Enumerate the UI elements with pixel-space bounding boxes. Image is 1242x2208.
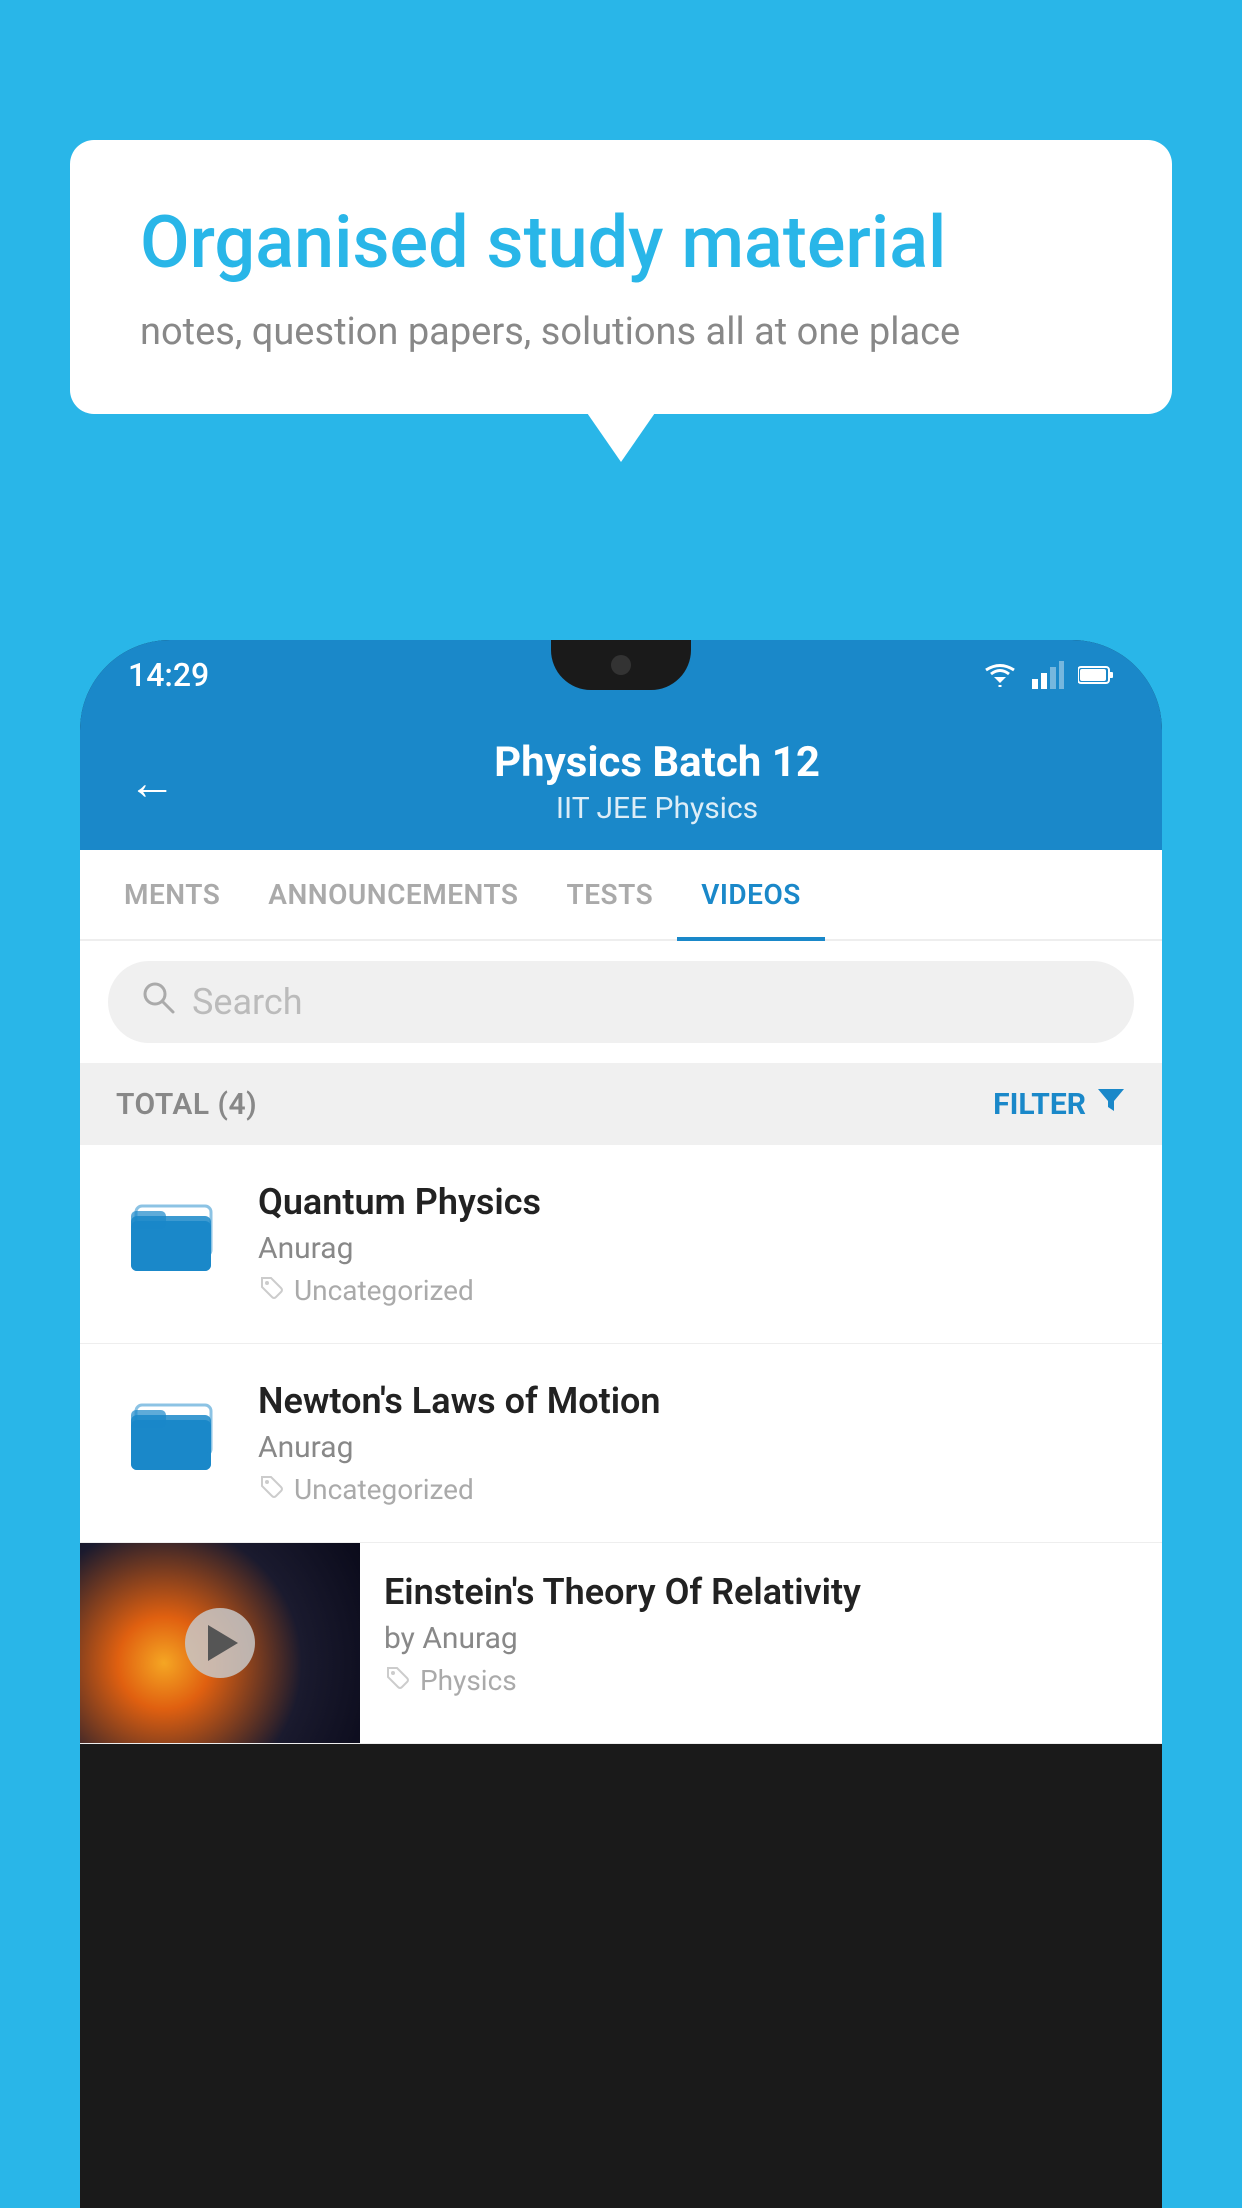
- search-bar-wrap: Search: [80, 941, 1162, 1063]
- batch-title: Physics Batch 12: [200, 738, 1114, 787]
- search-icon: [140, 979, 176, 1025]
- wifi-icon: [982, 661, 1018, 689]
- folder-icon: [116, 1181, 226, 1291]
- video-info: Einstein's Theory Of Relativity by Anura…: [360, 1543, 1162, 1725]
- tab-announcements[interactable]: ANNOUNCEMENTS: [244, 850, 542, 939]
- speech-bubble-card: Organised study material notes, question…: [70, 140, 1172, 414]
- camera-dot: [611, 655, 631, 675]
- list-item[interactable]: Einstein's Theory Of Relativity by Anura…: [80, 1543, 1162, 1744]
- tag-label: Uncategorized: [294, 1274, 474, 1307]
- app-header: ← Physics Batch 12 IIT JEE Physics: [80, 710, 1162, 850]
- filter-button[interactable]: FILTER: [993, 1085, 1126, 1123]
- filter-funnel-icon: [1096, 1085, 1126, 1123]
- video-title: Einstein's Theory Of Relativity: [384, 1571, 1138, 1613]
- tag-icon: [258, 1274, 284, 1307]
- signal-icon: [1032, 661, 1064, 689]
- search-placeholder: Search: [192, 981, 303, 1023]
- video-author: by Anurag: [384, 1621, 1138, 1656]
- video-list: Quantum Physics Anurag Uncategorized: [80, 1145, 1162, 1744]
- video-tag: Uncategorized: [258, 1473, 1126, 1506]
- status-time: 14:29: [128, 656, 209, 694]
- video-title: Newton's Laws of Motion: [258, 1380, 1126, 1422]
- video-info: Newton's Laws of Motion Anurag Uncategor…: [258, 1380, 1126, 1506]
- total-count: TOTAL (4): [116, 1087, 257, 1122]
- notch: [551, 640, 691, 690]
- batch-subtitle: IIT JEE Physics: [200, 791, 1114, 826]
- tab-bar: MENTS ANNOUNCEMENTS TESTS VIDEOS: [80, 850, 1162, 941]
- tab-tests[interactable]: TESTS: [543, 850, 678, 939]
- bubble-title: Organised study material: [140, 200, 1102, 286]
- video-tag: Uncategorized: [258, 1274, 1126, 1307]
- list-item[interactable]: Quantum Physics Anurag Uncategorized: [80, 1145, 1162, 1344]
- tag-label: Physics: [420, 1664, 517, 1697]
- filter-bar: TOTAL (4) FILTER: [80, 1063, 1162, 1145]
- phone-frame: 14:29 ←: [80, 640, 1162, 2208]
- video-info: Quantum Physics Anurag Uncategorized: [258, 1181, 1126, 1307]
- tab-ments[interactable]: MENTS: [100, 850, 244, 939]
- video-title: Quantum Physics: [258, 1181, 1126, 1223]
- back-button[interactable]: ←: [128, 754, 176, 811]
- header-title-block: Physics Batch 12 IIT JEE Physics: [200, 738, 1114, 826]
- speech-bubble-section: Organised study material notes, question…: [70, 140, 1172, 414]
- folder-icon: [116, 1380, 226, 1490]
- tag-icon: [384, 1664, 410, 1697]
- tag-icon: [258, 1473, 284, 1506]
- bubble-subtitle: notes, question papers, solutions all at…: [140, 310, 1102, 354]
- list-item[interactable]: Newton's Laws of Motion Anurag Uncategor…: [80, 1344, 1162, 1543]
- video-author: Anurag: [258, 1231, 1126, 1266]
- tag-label: Uncategorized: [294, 1473, 474, 1506]
- battery-icon: [1078, 665, 1114, 685]
- video-author: Anurag: [258, 1430, 1126, 1465]
- status-icons: [982, 661, 1114, 689]
- tab-videos[interactable]: VIDEOS: [677, 850, 825, 939]
- search-bar[interactable]: Search: [108, 961, 1134, 1043]
- play-button[interactable]: [185, 1608, 255, 1678]
- filter-label: FILTER: [993, 1087, 1086, 1122]
- status-bar: 14:29: [80, 640, 1162, 710]
- video-tag: Physics: [384, 1664, 1138, 1697]
- video-thumbnail: [80, 1543, 360, 1743]
- play-triangle-icon: [208, 1625, 238, 1661]
